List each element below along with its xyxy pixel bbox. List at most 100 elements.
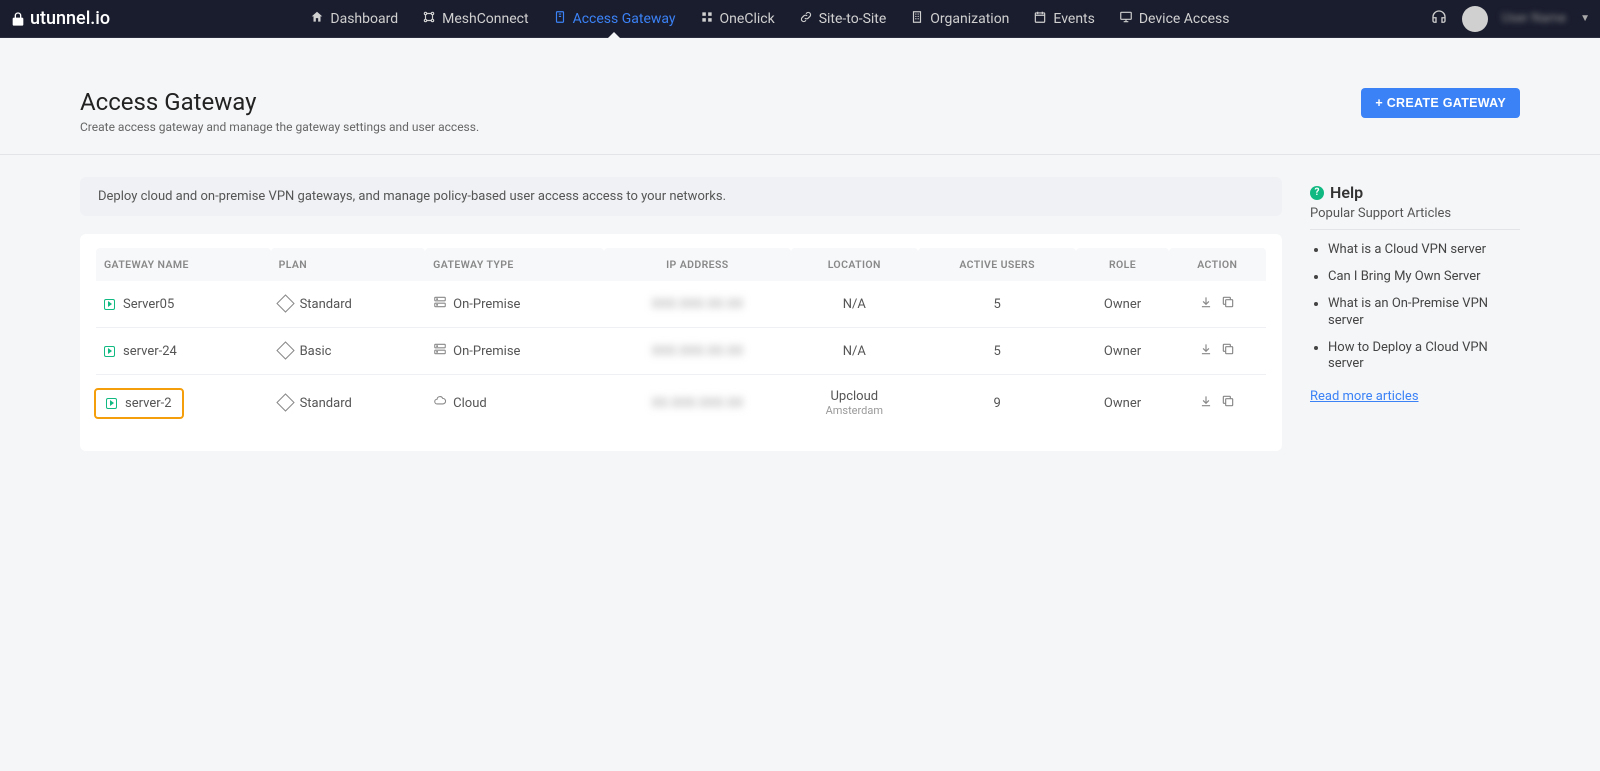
download-icon[interactable]	[1199, 295, 1213, 313]
nav-access-gateway[interactable]: Access Gateway	[541, 0, 688, 37]
role: Owner	[1076, 328, 1168, 375]
active-users: 9	[918, 375, 1077, 432]
ip-address: XXX.XXX.XX.XX	[651, 297, 743, 312]
gateway-name-text: server-2	[125, 396, 172, 411]
role: Owner	[1076, 281, 1168, 328]
nav-site-to-site[interactable]: Site-to-Site	[787, 0, 899, 37]
help-article[interactable]: Can I Bring My Own Server	[1328, 269, 1520, 286]
gateway-name-text: Server05	[123, 297, 174, 312]
nav-label: OneClick	[720, 11, 775, 27]
active-users: 5	[918, 328, 1077, 375]
gateway-type: On-Premise	[433, 342, 520, 360]
nav-label: Site-to-Site	[819, 11, 887, 27]
nav-organization[interactable]: Organization	[898, 0, 1021, 37]
location: N/A	[791, 328, 918, 375]
table-row[interactable]: server-24 Basic On-Premise XXX.XXX.XX.XX N/A…	[96, 328, 1266, 375]
calendar-icon	[1033, 10, 1047, 28]
col-plan: PLAN	[271, 248, 426, 281]
help-subtitle: Popular Support Articles	[1310, 206, 1520, 221]
support-icon[interactable]	[1430, 8, 1448, 30]
create-gateway-button[interactable]: + CREATE GATEWAY	[1361, 88, 1520, 118]
gateway-type: On-Premise	[433, 295, 520, 313]
lock-icon	[10, 11, 26, 27]
status-icon	[106, 398, 117, 409]
main-nav: Dashboard MeshConnect Access Gateway OneCli…	[298, 0, 1241, 37]
active-users: 5	[918, 281, 1077, 328]
gateways-table: GATEWAY NAMEPLANGATEWAY TYPEIP ADDRESSLO…	[96, 248, 1266, 431]
gateway-name[interactable]: server-24	[104, 344, 177, 359]
user-avatar[interactable]	[1462, 6, 1488, 32]
copy-icon[interactable]	[1221, 394, 1235, 412]
plan-value: Basic	[279, 344, 332, 359]
nav-events[interactable]: Events	[1021, 0, 1106, 37]
gateway-name[interactable]: server-2	[94, 388, 184, 419]
help-article[interactable]: What is a Cloud VPN server	[1328, 242, 1520, 259]
page-title: Access Gateway	[80, 88, 479, 116]
help-panel: ? Help Popular Support Articles What is …	[1310, 177, 1520, 404]
plan-value: Standard	[279, 396, 352, 411]
mesh-icon	[422, 10, 436, 28]
location: N/A	[791, 281, 918, 328]
brand-text: utunnel.io	[30, 8, 110, 29]
nav-label: Events	[1053, 11, 1094, 27]
user-name: User Name	[1502, 11, 1566, 26]
nav-oneclick[interactable]: OneClick	[688, 0, 787, 37]
content: Deploy cloud and on-premise VPN gateways…	[0, 155, 1600, 491]
download-icon[interactable]	[1199, 394, 1213, 412]
building-icon	[910, 10, 924, 28]
table-body: Server05 Standard On-Premise XXX.XXX.XX.XX N…	[96, 281, 1266, 431]
nav-label: Organization	[930, 11, 1009, 27]
topbar: utunnel.io Dashboard MeshConnect Access Ga…	[0, 0, 1600, 38]
col-gateway-type: GATEWAY TYPE	[425, 248, 604, 281]
col-active-users: ACTIVE USERS	[918, 248, 1077, 281]
nav-label: MeshConnect	[442, 11, 528, 27]
table-row[interactable]: Server05 Standard On-Premise XXX.XXX.XX.XX N…	[96, 281, 1266, 328]
help-article[interactable]: How to Deploy a Cloud VPN server	[1328, 340, 1520, 374]
copy-icon[interactable]	[1221, 295, 1235, 313]
page-subtitle: Create access gateway and manage the gat…	[80, 120, 479, 134]
download-icon[interactable]	[1199, 342, 1213, 360]
gateway-type: Cloud	[433, 394, 487, 412]
brand-logo[interactable]: utunnel.io	[10, 8, 110, 29]
nav-label: Access Gateway	[573, 11, 676, 27]
nav-dashboard[interactable]: Dashboard	[298, 0, 410, 37]
topbar-right: User Name ▼	[1430, 6, 1590, 32]
gateway-name[interactable]: Server05	[104, 297, 174, 312]
status-icon	[104, 299, 115, 310]
help-article[interactable]: What is an On-Premise VPN server	[1328, 296, 1520, 330]
chevron-down-icon[interactable]: ▼	[1580, 13, 1590, 24]
read-more-link[interactable]: Read more articles	[1310, 389, 1419, 404]
server-icon	[433, 295, 447, 313]
nav-label: Dashboard	[330, 11, 398, 27]
main-column: Deploy cloud and on-premise VPN gateways…	[80, 177, 1282, 451]
grid-icon	[700, 10, 714, 28]
table-header-row: GATEWAY NAMEPLANGATEWAY TYPEIP ADDRESSLO…	[96, 248, 1266, 281]
link-icon	[799, 10, 813, 28]
ip-address: XXX.XXX.XX.XX	[651, 344, 743, 359]
page-header: Access Gateway Create access gateway and…	[0, 88, 1600, 134]
gateways-card: GATEWAY NAMEPLANGATEWAY TYPEIP ADDRESSLO…	[80, 234, 1282, 451]
help-divider	[1310, 229, 1520, 230]
nav-meshconnect[interactable]: MeshConnect	[410, 0, 540, 37]
help-title-text: Help	[1330, 183, 1363, 202]
col-role: ROLE	[1076, 248, 1168, 281]
table-row[interactable]: server-2StandardCloudXX.XXX.XXX.XXUpclou…	[96, 375, 1266, 432]
gateway-name-text: server-24	[123, 344, 177, 359]
col-location: LOCATION	[791, 248, 918, 281]
help-title: ? Help	[1310, 183, 1520, 202]
server-icon	[433, 342, 447, 360]
status-icon	[104, 346, 115, 357]
cloud-icon	[433, 394, 447, 412]
copy-icon[interactable]	[1221, 342, 1235, 360]
gateway-icon	[553, 10, 567, 28]
help-articles: What is a Cloud VPN server Can I Bring My…	[1310, 242, 1520, 373]
help-icon: ?	[1310, 186, 1324, 200]
col-action: ACTION	[1169, 248, 1266, 281]
col-ip-address: IP ADDRESS	[604, 248, 791, 281]
monitor-icon	[1119, 10, 1133, 28]
location: UpcloudAmsterdam	[791, 375, 918, 432]
nav-label: Device Access	[1139, 11, 1230, 27]
nav-device-access[interactable]: Device Access	[1107, 0, 1242, 37]
plan-value: Standard	[279, 297, 352, 312]
home-icon	[310, 10, 324, 28]
